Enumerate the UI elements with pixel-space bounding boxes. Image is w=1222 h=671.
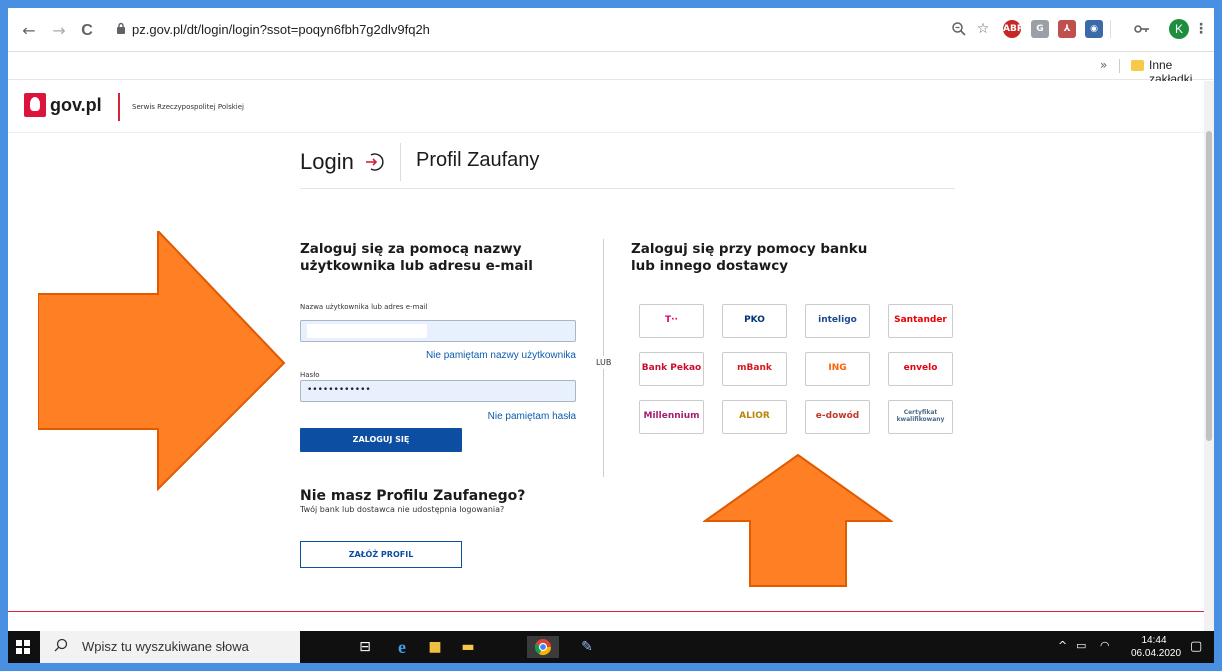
bank-provider-tile[interactable]: ALIOR [722,400,787,434]
taskbar-search[interactable]: Wpisz tu wyszukiwane słowa [40,631,300,663]
bank-login-heading: Zaloguj się przy pomocy banku lub innego… [631,241,868,274]
lock-icon [117,22,125,34]
pdf-extension-icon[interactable]: ⅄ [1058,20,1076,38]
bank-provider-label: ALIOR [739,411,770,421]
clock-time: 14:44 [1141,635,1167,646]
login-icon [366,153,384,171]
header-subtitle: Serwis Rzeczypospolitej Polskiej [132,103,244,111]
url-host: pz.gov.pl [132,22,184,37]
forgot-password-link[interactable]: Nie pamiętam hasła [468,411,576,422]
windows-taskbar: Wpisz tu wyszukiwane słowa ⊟ e ■ ▬ ✎ ^ ▭… [8,631,1214,663]
password-value: •••••••••••• [307,385,371,395]
folder-icon [1131,60,1144,71]
url-path: /dt/login/login?ssot=poqyn6fbh7g2dlv9fq2… [183,22,430,37]
bank-provider-label: T·· [665,315,678,325]
gov-logo[interactable]: gov.pl [50,95,102,116]
browser-window: ← → C pz.gov.pl/dt/login/login?ssot=poqy… [8,8,1214,663]
back-icon[interactable]: ← [18,20,40,42]
bank-provider-tile[interactable]: envelo [888,352,953,386]
username-input[interactable] [300,320,576,342]
bank-provider-label: PKO [744,315,765,325]
task-view-icon[interactable]: ⊟ [354,636,376,658]
username-label: Nazwa użytkownika lub adres e-mail [300,303,428,311]
extension-icon[interactable]: ◉ [1085,20,1103,38]
browser-toolbar: ← → C pz.gov.pl/dt/login/login?ssot=poqy… [8,8,1214,52]
menu-icon[interactable]: ⋮ [1192,20,1210,38]
login-form-heading: Zaloguj się za pomocą nazwy użytkownika … [300,241,533,274]
bank-provider-label: envelo [903,363,938,373]
bank-provider-label: ING [828,363,847,373]
paint-icon[interactable]: ✎ [576,636,598,658]
forgot-username-link[interactable]: Nie pamiętam nazwy użytkownika [400,350,576,361]
login-button[interactable]: ZALOGUJ SIĘ [300,428,462,452]
bank-provider-tile[interactable]: ING [805,352,870,386]
gov-header: gov.pl Serwis Rzeczypospolitej Polskiej [8,81,1204,133]
clock-date: 06.04.2020 [1131,648,1182,659]
star-icon[interactable]: ☆ [974,20,992,38]
bank-provider-label: Bank Pekao [641,363,702,373]
abp-extension-icon[interactable]: ABP [1003,20,1023,38]
annotation-arrow-right-icon [38,231,286,492]
eagle-logo-icon [24,93,46,117]
no-profile-subtitle: Twój bank lub dostawca nie udostępnia lo… [300,505,505,514]
profile-avatar[interactable]: K [1169,19,1189,39]
wifi-icon[interactable]: ◠ [1100,639,1110,652]
bank-grid: T·· PKO inteligo Santander Bank Pekao mBank IN… [639,304,954,436]
service-title: Profil Zaufany [416,149,540,171]
bank-provider-tile[interactable]: mBank [722,352,787,386]
bank-provider-label: inteligo [818,315,857,325]
windows-start-icon[interactable] [16,640,30,654]
bank-provider-tile[interactable]: Santander [888,304,953,338]
g-extension-icon[interactable]: G [1031,20,1049,38]
password-input[interactable]: •••••••••••• [300,380,576,402]
forward-icon[interactable]: → [48,20,70,42]
bookmarks-more-icon[interactable]: » [1100,58,1107,72]
bank-provider-tile[interactable]: inteligo [805,304,870,338]
scrollbar-thumb[interactable] [1206,131,1212,441]
key-icon[interactable] [1133,20,1151,38]
search-icon [54,638,68,652]
chrome-icon[interactable] [527,636,559,658]
title-divider [400,143,401,181]
toolbar-divider [1110,20,1111,38]
bank-provider-tile[interactable]: PKO [722,304,787,338]
notifications-icon[interactable]: ▢ [1190,639,1202,654]
annotation-arrow-up-icon [703,453,893,587]
tray-chevron-icon[interactable]: ^ [1058,639,1067,652]
bank-provider-label: Certyfikat kwalifikowany [896,409,945,423]
bank-provider-label: e-dowód [815,411,860,421]
bank-provider-label: Millennium [643,411,700,421]
bookmarks-divider [1119,59,1120,73]
store-icon[interactable]: ■ [424,636,446,658]
zoom-icon[interactable] [950,20,968,38]
bank-provider-tile[interactable]: Bank Pekao [639,352,704,386]
bank-provider-tile[interactable]: Millennium [639,400,704,434]
file-explorer-icon[interactable]: ▬ [457,636,479,658]
bank-provider-tile[interactable]: Certyfikat kwalifikowany [888,400,953,434]
or-separator: LUB [596,356,612,369]
reload-icon[interactable]: C [76,20,98,42]
search-placeholder: Wpisz tu wyszukiwane słowa [82,639,249,654]
bank-provider-tile[interactable]: e-dowód [805,400,870,434]
username-value [307,324,427,338]
bookmarks-bar: » Inne zakładki [8,52,1214,86]
bank-provider-label: mBank [737,363,772,373]
taskbar-clock[interactable]: 14:44 06.04.2020 [1131,634,1182,660]
page-content: gov.pl Serwis Rzeczypospolitej Polskiej … [8,81,1204,631]
url-text: pz.gov.pl/dt/login/login?ssot=poqyn6fbh7… [132,22,430,37]
page-scrollbar[interactable] [1204,81,1214,631]
edge-icon[interactable]: e [391,636,413,658]
footer-divider [8,611,1204,612]
bank-provider-label: Santander [894,315,947,325]
no-profile-heading: Nie masz Profilu Zaufanego? [300,488,526,504]
title-underline [300,188,955,189]
password-label: Hasło [300,371,320,379]
page-title: Login [300,149,354,174]
header-divider [118,93,120,121]
battery-icon[interactable]: ▭ [1076,639,1086,652]
create-profile-button[interactable]: ZAŁÓŻ PROFIL [300,541,462,568]
bank-provider-tile[interactable]: T·· [639,304,704,338]
